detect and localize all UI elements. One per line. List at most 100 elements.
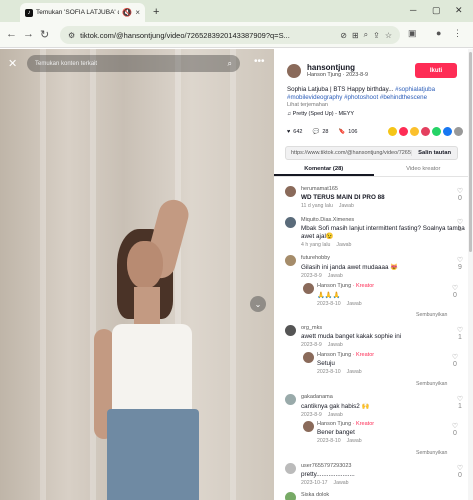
comment-like[interactable]: ♡ 0 xyxy=(455,188,465,202)
music-link[interactable]: ♫ Pretty (Sped Up) - MEYY xyxy=(287,111,354,117)
comment-item: org_mks awett muda banget kakak sophie i… xyxy=(285,325,465,348)
avatar[interactable] xyxy=(285,255,296,266)
tab-comments[interactable]: Komentar (28) xyxy=(274,163,374,176)
video-link[interactable]: https://www.tiktok.com/@hansontjung/vide… xyxy=(286,150,411,156)
post-description: Sophia Latjuba | BTS Happy birthday... #… xyxy=(287,86,467,102)
reply-item: Hanson Tjung · Kreator Bener banget 2023… xyxy=(303,421,453,444)
comment-like[interactable]: ♡ 1 xyxy=(455,396,465,410)
new-tab-button[interactable]: + xyxy=(153,6,159,18)
reply-button[interactable]: Jawab xyxy=(347,369,362,375)
comment-like[interactable]: ♡ 0 xyxy=(455,465,465,479)
reply-button[interactable]: Jawab xyxy=(328,273,343,279)
avatar[interactable] xyxy=(287,63,301,78)
hide-replies-link[interactable]: Sembunyikan xyxy=(416,312,447,318)
close-icon[interactable]: ✕ xyxy=(8,57,17,70)
more-icon[interactable]: ••• xyxy=(254,56,265,67)
reload-icon[interactable]: ↻ xyxy=(40,28,49,41)
comment-username[interactable]: gakadanama xyxy=(285,394,465,400)
menu-icon[interactable]: ⋮ xyxy=(453,28,462,39)
avatar[interactable] xyxy=(285,186,296,197)
reply-button[interactable]: Jawab xyxy=(347,438,362,444)
close-window-icon[interactable]: ✕ xyxy=(455,5,463,16)
bookmark-star-icon[interactable]: ☆ xyxy=(385,31,392,40)
browser-tab[interactable]: ♪ Temukan 'SOFIA LATJUBA' di 🔇 × xyxy=(20,3,145,22)
reply-like[interactable]: ♡ 0 xyxy=(450,285,460,299)
snapchat-icon[interactable] xyxy=(410,127,419,136)
extension-icon[interactable]: ● xyxy=(436,28,441,38)
reply-button[interactable]: Jawab xyxy=(336,242,351,248)
reply-username[interactable]: Hanson Tjung xyxy=(317,421,351,427)
hide-replies-link[interactable]: Sembunyikan xyxy=(416,381,447,387)
avatar[interactable] xyxy=(303,283,314,294)
facebook-icon[interactable] xyxy=(443,127,452,136)
like-button[interactable]: ♥ 642 xyxy=(287,129,302,135)
extensions-icon[interactable]: ▣ xyxy=(408,28,417,39)
heart-icon: ♡ xyxy=(456,465,464,472)
author-username[interactable]: hansontjung xyxy=(307,63,368,72)
author-info[interactable]: hansontjung Hanson Tjung · 2023-8-9 xyxy=(287,63,368,78)
avatar[interactable] xyxy=(303,421,314,432)
bookmark-icon: 🔖 xyxy=(338,129,346,135)
avatar[interactable] xyxy=(303,352,314,363)
comment-username[interactable]: org_mks xyxy=(285,325,465,331)
translate-link[interactable]: Lihat terjemahan xyxy=(287,102,328,108)
avatar[interactable] xyxy=(285,492,296,500)
comment-date: 2023-10-17 xyxy=(301,480,328,486)
next-video-button[interactable]: ⌄ xyxy=(250,296,266,312)
embed-icon[interactable] xyxy=(388,127,397,136)
zoom-icon[interactable]: ⌕ xyxy=(364,30,368,40)
follow-button[interactable]: Ikuti xyxy=(415,63,457,78)
reply-button[interactable]: Jawab xyxy=(347,301,362,307)
video-player[interactable] xyxy=(0,49,274,500)
comment-item: gakadanama cantiknya gak habis2 🙌 2023-8… xyxy=(285,394,465,418)
comment-like[interactable]: ♡ 1 xyxy=(455,327,465,341)
scrollbar-thumb[interactable] xyxy=(469,52,472,252)
minimize-icon[interactable]: ─ xyxy=(410,5,416,15)
avatar[interactable] xyxy=(285,463,296,474)
comment-text: Mbak Sofi masih lanjut intermittent fast… xyxy=(301,225,465,240)
tab-creator-videos[interactable]: Video kreator xyxy=(374,163,473,176)
hide-replies-link[interactable]: Sembunyikan xyxy=(416,450,447,456)
comment-like[interactable]: ♡ 1 xyxy=(455,219,465,233)
send-icon[interactable] xyxy=(399,127,408,136)
back-icon[interactable]: ← xyxy=(6,28,17,40)
maximize-icon[interactable]: ▢ xyxy=(432,5,441,16)
reply-button[interactable]: Jawab xyxy=(334,480,349,486)
comment-username[interactable]: user7655797293023 xyxy=(285,463,465,469)
comment-button[interactable]: 💬 28 xyxy=(312,129,328,135)
tab-mute-icon[interactable]: 🔇 xyxy=(122,8,132,17)
search-icon[interactable]: ⌕ xyxy=(228,59,232,69)
reply-username[interactable]: Hanson Tjung xyxy=(317,352,351,358)
video-search-bar[interactable]: Temukan konten terkait ⌕ xyxy=(27,55,240,72)
site-info-icon[interactable]: ⚙ xyxy=(68,31,75,40)
eye-off-icon[interactable]: ⊘ xyxy=(340,31,347,40)
copy-link-button[interactable]: Salin tautan xyxy=(411,150,457,156)
comment-username[interactable]: herumamat165 xyxy=(285,186,465,192)
tab-close-icon[interactable]: × xyxy=(135,8,140,17)
comment-like[interactable]: ♡ 9 xyxy=(455,257,465,271)
share-more-icon[interactable] xyxy=(454,127,463,136)
forward-icon[interactable]: → xyxy=(23,28,34,40)
avatar[interactable] xyxy=(285,217,296,228)
comment-icon: 💬 xyxy=(312,129,320,135)
whatsapp-icon[interactable] xyxy=(432,127,441,136)
comment-username[interactable]: Siska dolok xyxy=(285,492,465,498)
reply-button[interactable]: Jawab xyxy=(328,342,343,348)
reply-username[interactable]: Hanson Tjung xyxy=(317,283,351,289)
reply-like[interactable]: ♡ 0 xyxy=(450,423,460,437)
avatar[interactable] xyxy=(285,394,296,405)
url-field[interactable]: ⚙ tiktok.com/@hansontjung/video/72652839… xyxy=(60,26,400,44)
reply-button[interactable]: Jawab xyxy=(339,203,354,209)
reply-button[interactable]: Jawab xyxy=(328,412,343,418)
avatar[interactable] xyxy=(285,325,296,336)
comment-username[interactable]: Miquito.Dias.Ximenes xyxy=(285,217,465,223)
reply-like[interactable]: ♡ 0 xyxy=(450,354,460,368)
share-icon[interactable]: ⇪ xyxy=(373,31,380,40)
comment-username[interactable]: futurehobby xyxy=(285,255,465,261)
instagram-icon[interactable] xyxy=(421,127,430,136)
comment-date: 4 h yang lalu xyxy=(301,242,331,248)
install-icon[interactable]: ⊞ xyxy=(352,31,359,40)
comment-date: 2023-8-9 xyxy=(301,412,322,418)
bookmark-button[interactable]: 🔖 106 xyxy=(338,129,357,135)
creator-badge: · Kreator xyxy=(351,352,375,358)
